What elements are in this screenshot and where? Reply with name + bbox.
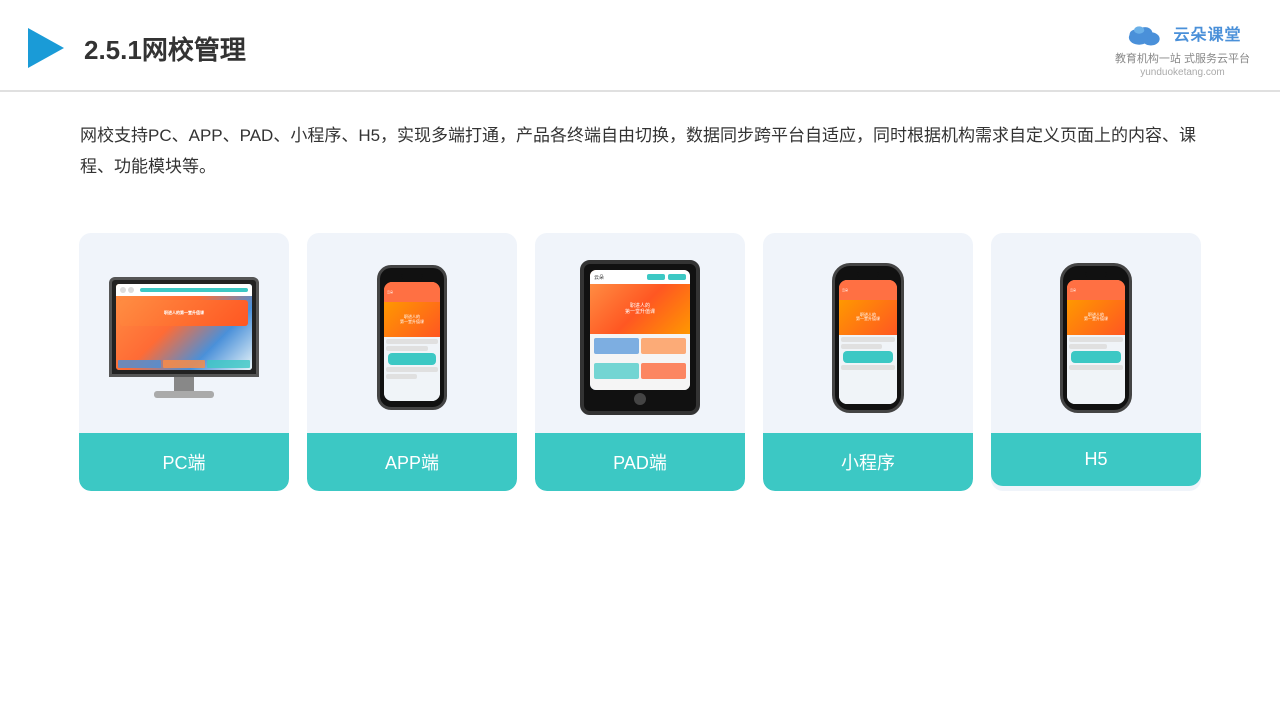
phone-hero-area: 职进人的第一堂升值课 [1067,300,1125,335]
phone-button-bar [843,351,893,363]
phone-body-area [839,335,897,404]
pc-mockup: 职进人的第一堂升值课 [109,277,259,398]
phone-screen: 云朵 职进人的第一堂升值课 [384,282,440,401]
miniapp-phone-mockup: 云朵 职进人的第一堂升值课 [832,263,904,413]
phone-row [386,339,438,344]
pad-nav-item [647,274,665,280]
phone-header-bar: 云朵 [839,280,897,300]
phone-screen: 云朵 职进人的第一堂升值课 [839,280,897,404]
pad-nav: 云朵 [590,270,690,284]
pad-screen-content: 云朵 职进人的第一堂升值课 [590,270,690,390]
pad-block [641,363,686,379]
phone-notch [401,274,423,279]
logo-cloud: 云朵课堂 [1123,18,1241,48]
pc-screen-content: 职进人的第一堂升值课 [116,284,252,370]
phone-row [386,346,428,351]
card-pc: 职进人的第一堂升值课 [79,233,289,491]
pc-nav-bar [116,284,252,296]
pad-block [594,363,639,379]
phone-hero-area: 职进人的第一堂升值课 [839,300,897,335]
pad-home-btn [634,393,646,405]
pad-hero: 职进人的第一堂升值课 [590,284,690,334]
phone-notch [1085,272,1107,277]
pc-nav-dot [120,287,126,293]
logo-area: 云朵课堂 教育机构一站 式服务云平台 yunduoketang.com [1115,18,1250,78]
phone-button-bar [388,353,436,365]
logo-subtext: 教育机构一站 式服务云平台 yunduoketang.com [1115,50,1250,78]
h5-label: H5 [991,433,1201,486]
miniapp-label: 小程序 [763,433,973,491]
phone-screen: 云朵 职进人的第一堂升值课 [1067,280,1125,404]
pc-label: PC端 [79,433,289,491]
phone-row [841,337,895,342]
pc-nav-dot [128,287,134,293]
pad-body [590,334,690,390]
app-image-area: 云朵 职进人的第一堂升值课 [307,233,517,433]
phone-row [1069,365,1123,370]
phone-hero-area: 职进人的第一堂升值课 [384,302,440,337]
card-miniapp: 云朵 职进人的第一堂升值课 [763,233,973,491]
pc-screen-outer: 职进人的第一堂升值课 [109,277,259,377]
pc-stand-base [154,391,214,398]
logo-text: 云朵课堂 [1173,21,1241,45]
phone-button-bar [1071,351,1121,363]
phone-hero-text: 职进人的第一堂升值课 [400,315,424,325]
card-app: 云朵 职进人的第一堂升值课 [307,233,517,491]
pad-label: PAD端 [535,433,745,491]
phone-screen-content: 云朵 职进人的第一堂升值课 [384,282,440,401]
pc-body: 职进人的第一堂升值课 [116,296,252,370]
phone-header-bar: 云朵 [1067,280,1125,300]
phone-body-area [384,337,440,401]
description-text: 网校支持PC、APP、PAD、小程序、H5，实现多端打通，产品各终端自由切换，数… [0,92,1280,193]
phone-notch [857,272,879,277]
phone-screen-content: 云朵 职进人的第一堂升值课 [1067,280,1125,404]
phone-row [386,374,417,379]
page-title: 2.5.1网校管理 [84,30,246,67]
phone-body-area [1067,335,1125,404]
pad-mockup: 云朵 职进人的第一堂升值课 [580,260,700,415]
app-label: APP端 [307,433,517,491]
card-pad: 云朵 职进人的第一堂升值课 [535,233,745,491]
phone-screen-content: 云朵 职进人的第一堂升值课 [839,280,897,404]
header-left: 2.5.1网校管理 [20,24,246,72]
miniapp-image-area: 云朵 职进人的第一堂升值课 [763,233,973,433]
header: 2.5.1网校管理 云朵课堂 教育机构一站 式服务云平台 yunduoketan… [0,0,1280,92]
h5-image-area: 云朵 职进人的第一堂升值课 [991,233,1201,433]
pc-image-area: 职进人的第一堂升值课 [79,233,289,433]
pad-block [594,338,639,354]
pad-hero-text: 职进人的第一堂升值课 [625,303,655,315]
phone-header-bar: 云朵 [384,282,440,302]
pad-block [641,338,686,354]
phone-hero-text: 职进人的第一堂升值课 [1084,313,1108,323]
pad-screen: 云朵 职进人的第一堂升值课 [590,270,690,390]
play-icon [20,24,68,72]
pc-screen-inner: 职进人的第一堂升值课 [116,284,252,370]
pad-nav-item [668,274,686,280]
app-phone-mockup: 云朵 职进人的第一堂升值课 [377,265,447,410]
cloud-logo-icon [1123,18,1167,48]
pad-image-area: 云朵 职进人的第一堂升值课 [535,233,745,433]
h5-phone-mockup: 云朵 职进人的第一堂升值课 [1060,263,1132,413]
cards-container: 职进人的第一堂升值课 [0,203,1280,521]
card-h5: 云朵 职进人的第一堂升值课 [991,233,1201,491]
phone-row [841,365,895,370]
phone-row [386,367,438,372]
phone-row [1069,337,1123,342]
pc-stand-neck [174,377,194,391]
phone-row [841,344,882,349]
phone-row [1069,344,1107,349]
phone-hero-text: 职进人的第一堂升值课 [856,313,880,323]
